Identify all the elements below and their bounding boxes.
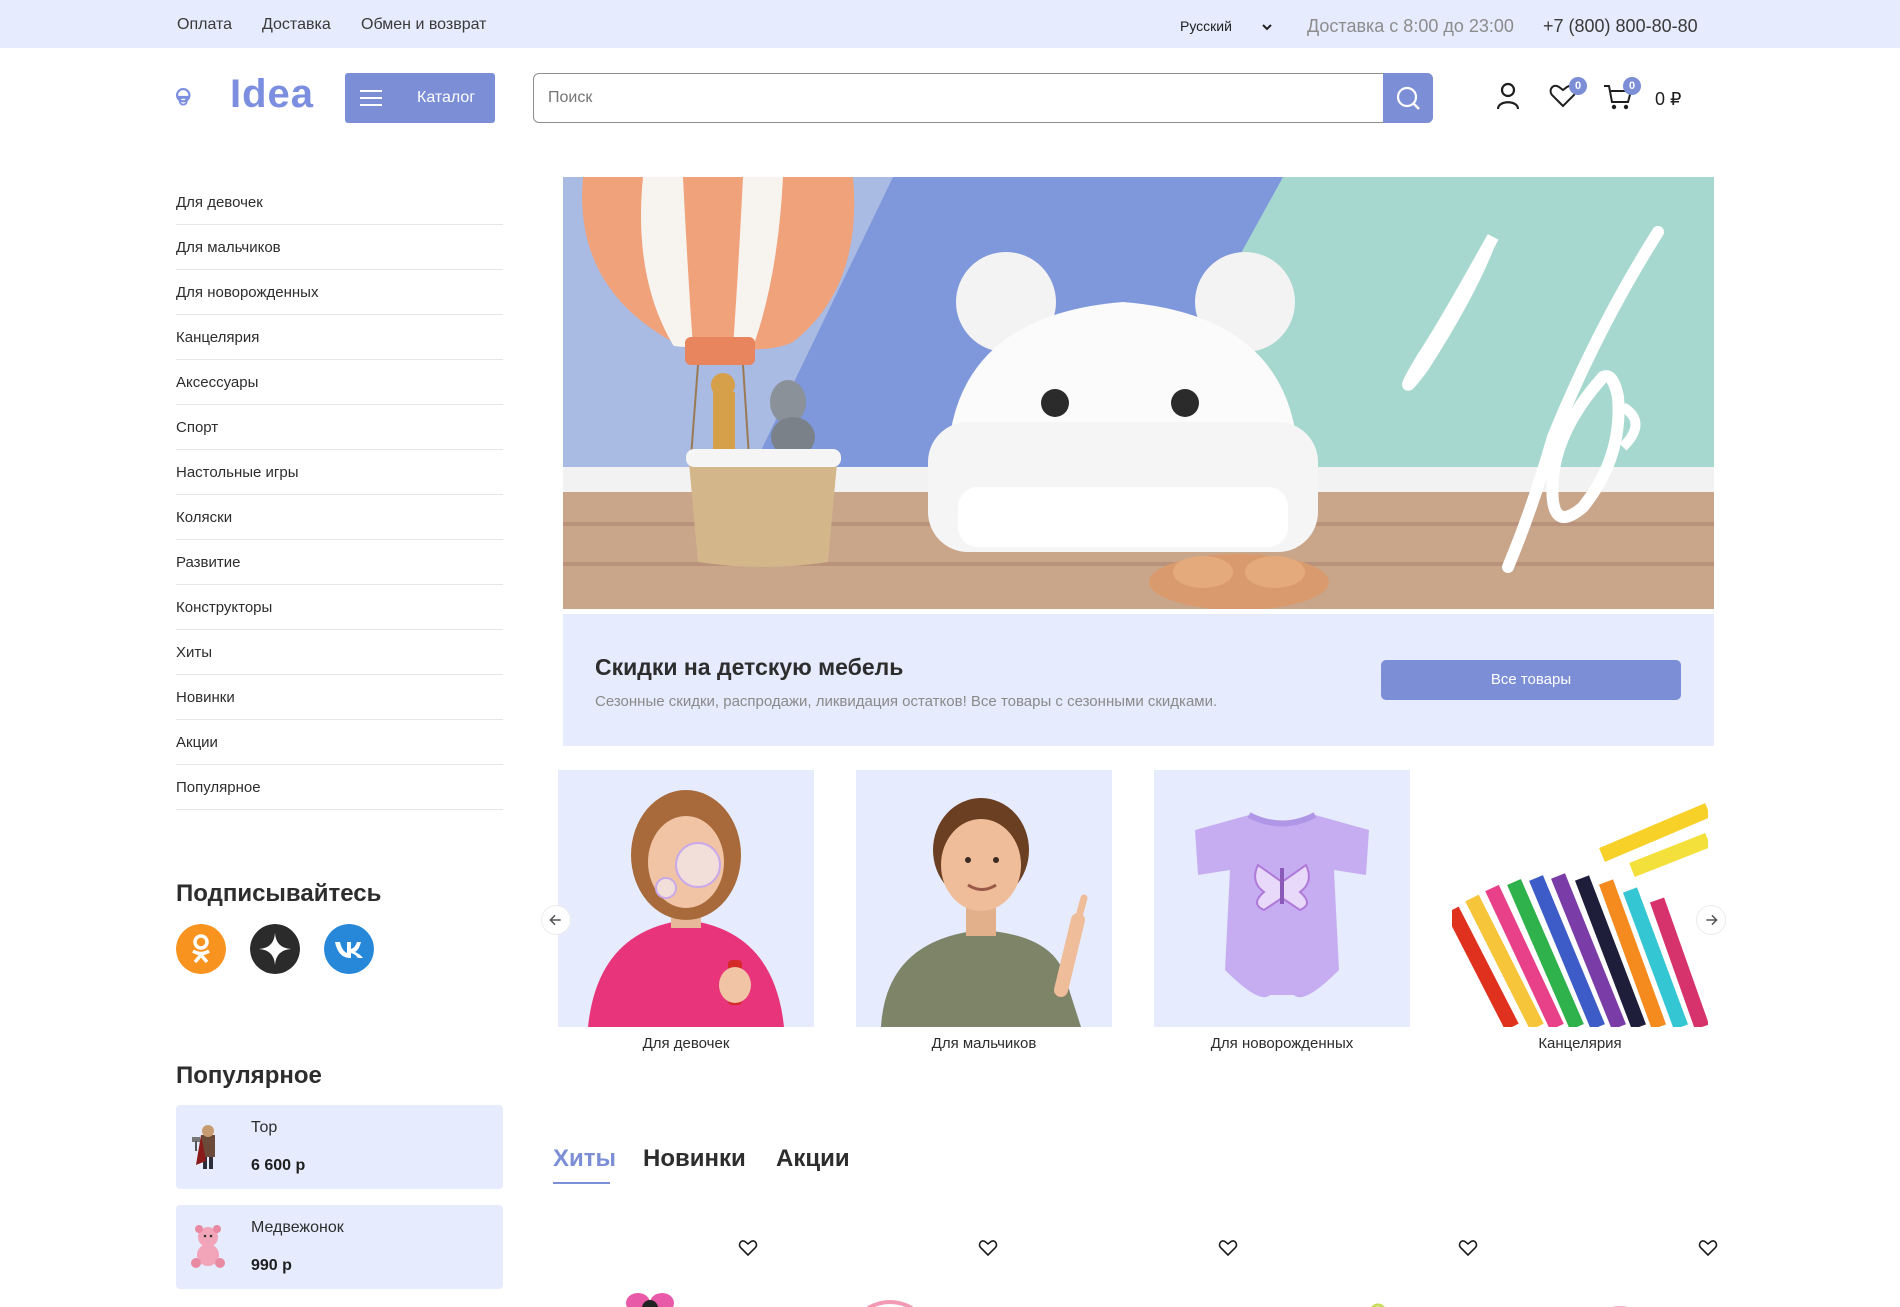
- tab-new[interactable]: Новинки: [643, 1145, 746, 1173]
- odnoklassniki-icon[interactable]: [176, 924, 226, 974]
- arrow-left-icon[interactable]: [541, 905, 571, 935]
- zen-icon[interactable]: [250, 924, 300, 974]
- product-image[interactable]: [1350, 1278, 1410, 1307]
- chevron-down-icon[interactable]: [1260, 20, 1274, 34]
- sidebar-item-sport[interactable]: Спорт: [176, 405, 503, 450]
- product-price: 6 600 р: [251, 1157, 306, 1174]
- category-label: Для мальчиков: [931, 1035, 1037, 1052]
- product-price: 990 р: [251, 1257, 292, 1274]
- logo-text[interactable]: Idea: [230, 72, 314, 117]
- product-name: Тор: [251, 1119, 278, 1136]
- product-name: Медвежонок: [251, 1219, 344, 1236]
- menu-icon: [360, 90, 382, 106]
- delivery-hours: Доставка с 8:00 до 23:00: [1307, 16, 1514, 36]
- popular-title: Популярное: [176, 1062, 322, 1089]
- catalog-label: Каталог: [417, 89, 476, 106]
- product-thumbnail: [191, 1225, 225, 1268]
- sidebar-item-boys[interactable]: Для мальчиков: [176, 225, 503, 270]
- category-image: [856, 770, 1112, 1027]
- sidebar-item-new[interactable]: Новинки: [176, 675, 503, 720]
- product-image[interactable]: [860, 1278, 920, 1307]
- search-bar: [533, 73, 1433, 123]
- popular-product-card[interactable]: Медвежонок 990 р: [176, 1205, 503, 1289]
- link-delivery[interactable]: Доставка: [262, 16, 331, 34]
- category-image: [558, 770, 814, 1027]
- heart-icon[interactable]: [978, 1238, 998, 1258]
- sidebar-item-constructors[interactable]: Конструкторы: [176, 585, 503, 630]
- category-label: Для новорожденных: [1210, 1035, 1354, 1052]
- cart-badge: 0: [1623, 77, 1641, 95]
- category-image: [1154, 770, 1410, 1027]
- category-label: Для девочек: [642, 1035, 730, 1052]
- popular-product-card[interactable]: Тор 6 600 р: [176, 1105, 503, 1189]
- sidebar-item-girls[interactable]: Для девочек: [176, 180, 503, 225]
- sidebar-item-board-games[interactable]: Настольные игры: [176, 450, 503, 495]
- promo-subtitle: Сезонные скидки, распродажи, ликвидация …: [595, 693, 1218, 710]
- promo-title: Скидки на детскую мебель: [595, 654, 904, 680]
- user-icon[interactable]: [1496, 82, 1520, 110]
- category-card-boys[interactable]: Для мальчиков: [856, 770, 1112, 1052]
- category-card-girls[interactable]: Для девочек: [558, 770, 814, 1052]
- tab-sales[interactable]: Акции: [776, 1145, 850, 1173]
- category-image: [1452, 770, 1708, 1027]
- active-tab-underline: [553, 1182, 610, 1184]
- all-products-button[interactable]: Все товары: [1381, 660, 1681, 700]
- product-thumbnail: [192, 1125, 215, 1169]
- promo-strip: Скидки на детскую мебель Сезонные скидки…: [563, 614, 1714, 746]
- banner-image: [563, 177, 1714, 609]
- cart-sum[interactable]: 0 ₽: [1655, 89, 1681, 110]
- search-input[interactable]: [548, 86, 1348, 110]
- catalog-button[interactable]: Каталог: [345, 73, 495, 123]
- link-returns[interactable]: Обмен и возврат: [361, 16, 486, 34]
- heart-icon[interactable]: [1458, 1238, 1478, 1258]
- sidebar-item-newborns[interactable]: Для новорожденных: [176, 270, 503, 315]
- heart-icon[interactable]: [738, 1238, 758, 1258]
- sidebar-item-sales[interactable]: Акции: [176, 720, 503, 765]
- sidebar-item-popular[interactable]: Популярное: [176, 765, 503, 810]
- category-card-stationery[interactable]: Канцелярия: [1452, 770, 1708, 1052]
- sidebar-item-stationery[interactable]: Канцелярия: [176, 315, 503, 360]
- search-icon: [1396, 86, 1420, 110]
- subscribe-title: Подписывайтесь: [176, 880, 382, 907]
- search-button[interactable]: [1383, 73, 1433, 123]
- favorites-badge: 0: [1569, 77, 1587, 95]
- product-image[interactable]: [620, 1278, 680, 1307]
- sidebar-item-accessories[interactable]: Аксессуары: [176, 360, 503, 405]
- hero-banner[interactable]: [563, 177, 1714, 609]
- arrow-right-icon[interactable]: [1696, 905, 1726, 935]
- link-payment[interactable]: Оплата: [177, 16, 232, 34]
- logo-icon[interactable]: [176, 68, 226, 126]
- vk-icon[interactable]: [324, 924, 374, 974]
- heart-icon[interactable]: [1698, 1238, 1718, 1258]
- sidebar-menu: Для девочек Для мальчиков Для новорожден…: [176, 180, 503, 810]
- sidebar-item-strollers[interactable]: Коляски: [176, 495, 503, 540]
- language-select[interactable]: Русский: [1180, 18, 1232, 34]
- top-bar: Оплата Доставка Обмен и возврат Русский …: [0, 0, 1900, 48]
- sidebar-item-hits[interactable]: Хиты: [176, 630, 503, 675]
- category-label: Канцелярия: [1538, 1035, 1622, 1052]
- product-image[interactable]: [1590, 1278, 1650, 1307]
- tab-hits[interactable]: Хиты: [553, 1145, 616, 1173]
- category-card-newborns[interactable]: Для новорожденных: [1154, 770, 1410, 1052]
- phone-number[interactable]: +7 (800) 800-80-80: [1543, 16, 1698, 37]
- heart-icon[interactable]: [1218, 1238, 1238, 1258]
- sidebar-item-development[interactable]: Развитие: [176, 540, 503, 585]
